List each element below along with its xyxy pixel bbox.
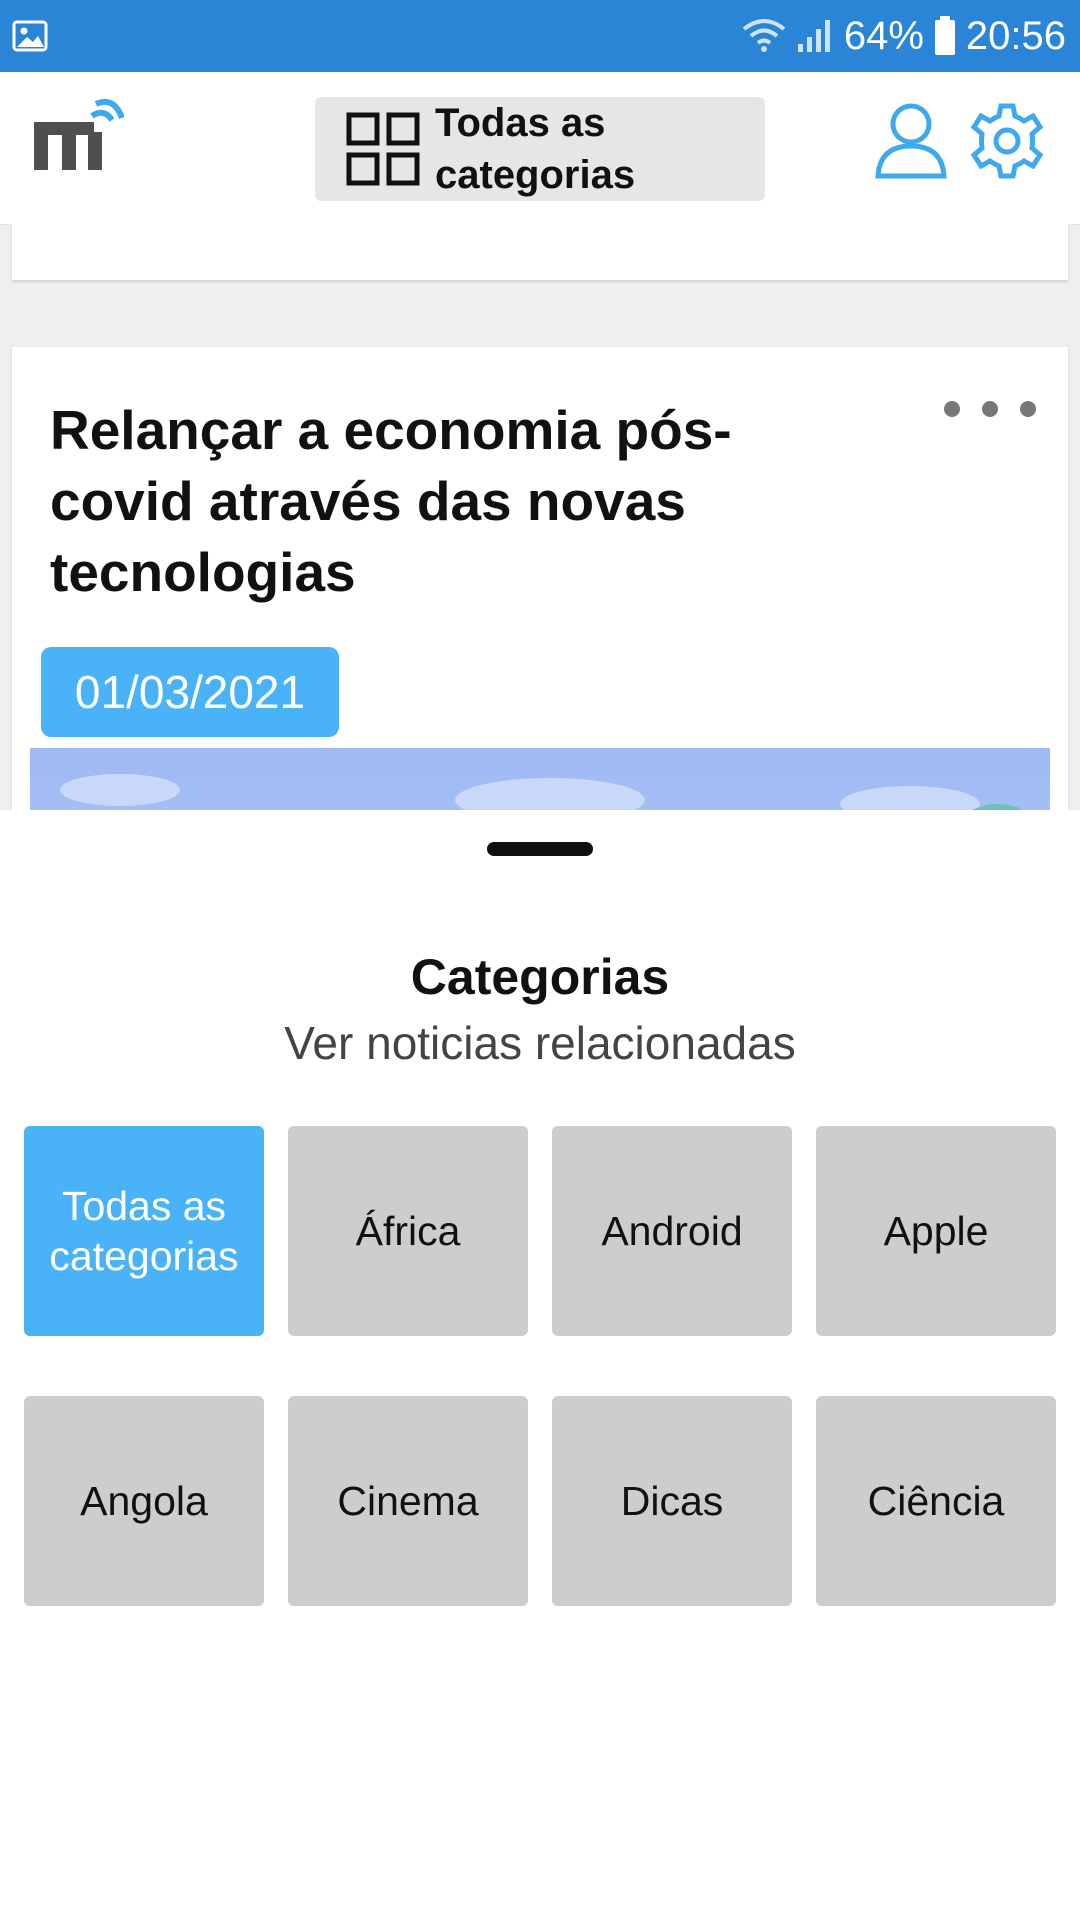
category-tile-android[interactable]: Android [552,1126,792,1336]
category-tile-cinema[interactable]: Cinema [288,1396,528,1606]
category-label: Angola [80,1478,208,1524]
sheet-title: Categorias [410,949,670,1005]
category-label: Apple [883,1208,989,1254]
sheet-subtitle: Ver noticias relacionadas [284,1017,796,1069]
category-label: Cinema [337,1478,479,1524]
category-tile-ciencia[interactable]: Ciência [816,1396,1056,1606]
category-label: Dicas [620,1478,724,1524]
category-selector-button[interactable]: Todas as categorias [315,97,765,201]
user-icon[interactable] [874,102,948,180]
category-tile-angola[interactable]: Angola [24,1396,264,1606]
category-label: África [355,1208,461,1254]
category-tile-apple[interactable]: Apple [816,1126,1056,1336]
sheet-drag-handle[interactable] [487,842,593,856]
category-label: Todas as categorias [49,1183,239,1279]
category-tile-todas[interactable]: Todas as categorias [24,1126,264,1336]
gear-icon[interactable] [968,102,1046,180]
article-date-badge: 01/03/2021 [41,647,339,737]
categories-bottom-sheet: Categorias Ver noticias relacionadas Tod… [0,810,1080,1920]
article-title[interactable]: Relançar a economia pós-covid através da… [50,395,870,608]
status-bar: 64% 20:56 [0,0,1080,72]
grid-icon [346,112,420,186]
battery-percent: 64% [843,13,924,58]
more-options-icon[interactable] [942,399,1038,419]
category-label: Ciência [867,1478,1005,1524]
signal-icon [797,20,830,52]
category-tile-dicas[interactable]: Dicas [552,1396,792,1606]
clock: 20:56 [965,13,1066,58]
article-card[interactable]: Relançar a economia pós-covid através da… [12,347,1068,847]
wifi-icon [742,19,786,52]
logo-icon[interactable] [32,98,124,174]
battery-icon [934,16,955,55]
previous-article-card[interactable] [12,224,1068,280]
image-icon [12,20,48,52]
category-selector-label: Todas as categorias [435,101,636,197]
category-tile-africa[interactable]: África [288,1126,528,1336]
category-label: Android [601,1208,743,1254]
